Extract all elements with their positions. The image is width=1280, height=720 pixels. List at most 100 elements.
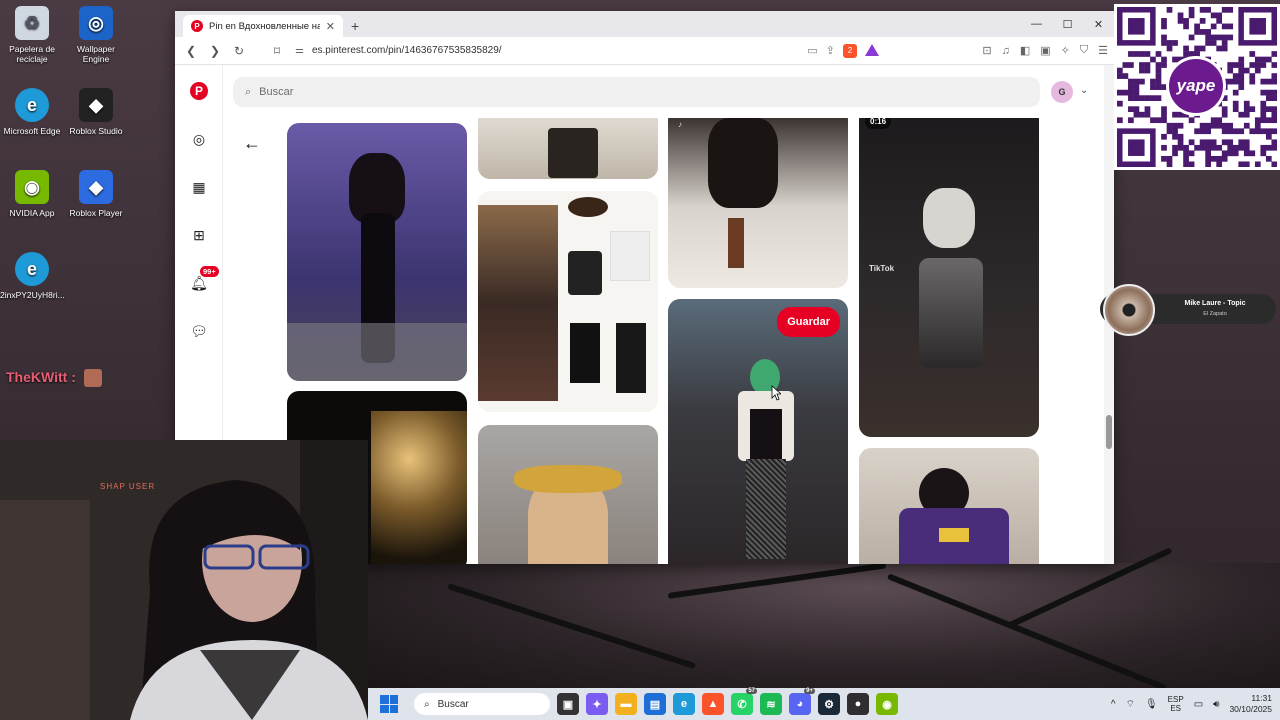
network-icon[interactable]: ⌔ [1126, 698, 1135, 711]
url-text[interactable]: es.pinterest.com/pin/146367675358​35829/ [312, 45, 502, 56]
store-icon[interactable]: ▤ [644, 693, 666, 715]
desktop-icon-roblox-studio[interactable]: ◆ Roblox Studio [64, 88, 128, 136]
tab-close-icon[interactable]: ✕ [326, 20, 335, 33]
back-arrow-button[interactable]: ← [243, 133, 261, 154]
avatar[interactable]: G [1051, 81, 1073, 103]
pin-card[interactable] [478, 118, 658, 179]
bookmark-icon[interactable]: ⌑ [267, 41, 287, 61]
folder-icon[interactable]: ▬ [615, 693, 637, 715]
tray-chevron-up-icon[interactable]: ^ [1111, 699, 1116, 710]
wallpaper-engine-icon: ◎ [79, 6, 113, 40]
taskbar-search-label: Buscar [437, 698, 469, 710]
brave-rewards-icon[interactable] [865, 43, 879, 56]
reload-button[interactable]: ↻ [229, 41, 249, 61]
close-window-button[interactable]: ✕ [1083, 11, 1114, 37]
wallet-icon[interactable]: ▣ [1040, 44, 1050, 57]
pin-card[interactable] [478, 191, 658, 412]
discord-icon[interactable]: ◕ 9+ [789, 688, 815, 715]
new-tab-button[interactable]: + [351, 18, 359, 34]
display-icon[interactable]: ▭ [1194, 699, 1203, 710]
pin-card[interactable]: ♪ [668, 118, 848, 288]
minimize-button[interactable]: — [1021, 11, 1052, 37]
scrollbar-thumb[interactable] [1106, 415, 1112, 449]
explore-compass-icon[interactable]: ◎ [189, 129, 209, 149]
copilot-icon[interactable]: ✦ [586, 693, 608, 715]
vpn-icon[interactable]: ⛉ [1080, 44, 1088, 57]
language-indicator[interactable]: ESP ES [1168, 695, 1184, 713]
pin-card[interactable] [478, 425, 658, 564]
volume-icon[interactable]: 🔊︎ [1213, 699, 1219, 710]
window-controls: — ☐ ✕ [1021, 11, 1114, 37]
screenshot-icon[interactable]: ⊡ [982, 44, 991, 57]
address-bar[interactable]: ⌑ ⚌ es.pinterest.com/pin/146367675358​35… [274, 40, 879, 62]
video-duration-badge: 0:16 [865, 118, 892, 129]
pinterest-search[interactable]: ⌕ [233, 77, 1040, 107]
pin-card[interactable] [859, 448, 1039, 564]
messages-icon[interactable]: 💬︎ [189, 321, 209, 341]
obs-icon[interactable]: ● [847, 693, 869, 715]
tab-strip: P Pin en Вдохновленные наряды ✕ + — ☐ ✕ [175, 11, 1114, 37]
spotify-icon[interactable]: ≋ [760, 693, 782, 715]
tiktok-watermark: TikTok [869, 264, 895, 273]
save-button[interactable]: Guardar [777, 307, 840, 337]
system-tray: ^ ⌔ 🎙︎ ESP ES ▭ 🔊︎ 11:31 30/10/2025 [1111, 693, 1272, 715]
desktop-icon-wallpaper-engine[interactable]: ◎ Wallpaper Engine [64, 6, 128, 64]
search-input[interactable] [259, 86, 960, 98]
notifications-bell-icon[interactable]: 🔔︎ 99+ [189, 266, 219, 293]
pinterest-logo-icon: P [190, 82, 208, 100]
yape-label: yape [1176, 76, 1216, 95]
pinterest-logo-button[interactable]: P [189, 81, 209, 101]
share-icon[interactable]: ⇪ [826, 44, 835, 58]
language-code: ESP [1167, 695, 1184, 704]
pin-card[interactable] [287, 123, 467, 381]
recycle-bin-icon: ♻ [15, 6, 49, 40]
taskbar-app-glyph: ▣ [562, 698, 574, 711]
desktop-icon-edge-shortcut[interactable]: e 2inxPY2UyH8ri... [0, 252, 65, 300]
maximize-button[interactable]: ☐ [1052, 11, 1083, 37]
sidebar-toggle-icon[interactable]: ◧ [1020, 44, 1030, 57]
taskbar-app-glyph: ✆ [737, 698, 747, 711]
brave-shield-icon[interactable]: 2 [843, 43, 857, 58]
chat-emote-icon [83, 369, 102, 388]
pin-card-hovered[interactable]: Guardar [668, 299, 848, 564]
pin-card[interactable]: 0:16 TikTok [859, 118, 1039, 437]
create-plus-icon[interactable]: ⊞ [189, 225, 209, 245]
steam-icon[interactable]: ⚙ [818, 693, 840, 715]
taskbar-app-glyph: ◕ [796, 698, 804, 710]
desktop-icon-label: Roblox Player [69, 208, 123, 218]
boards-icon[interactable]: ▦ [189, 177, 209, 197]
keyboard-layout: ES [1170, 704, 1182, 713]
neon-sign: SHAP USER [100, 482, 156, 491]
cast-icon[interactable]: ▭ [807, 44, 817, 58]
app-badge: 9+ [804, 688, 815, 694]
menu-icon[interactable]: ☰ [1098, 44, 1108, 57]
microphone-icon[interactable]: 🎙︎ [1145, 699, 1158, 710]
desktop-icon-label: Wallpaper Engine [77, 44, 115, 64]
brave-icon[interactable]: ▲ [702, 693, 724, 715]
desktop-wallpaper [368, 547, 1280, 692]
nvidia-icon[interactable]: ◉ [876, 693, 898, 715]
music-icon[interactable]: ♫ [1002, 45, 1010, 57]
taskbar-app-glyph: ⚙ [824, 698, 834, 711]
back-button[interactable]: ❮ [181, 41, 201, 61]
webcam-person [0, 440, 368, 720]
leo-ai-icon[interactable]: ✧ [1061, 44, 1070, 57]
clock[interactable]: 11:31 30/10/2025 [1229, 693, 1272, 715]
desktop-icon-nvidia[interactable]: ◉ NVIDIA App [0, 170, 64, 218]
clock-date: 30/10/2025 [1229, 704, 1272, 714]
desktop-icon-label: Papelera de reciclaje [9, 44, 55, 64]
start-button[interactable] [380, 695, 398, 713]
taskbar-app-glyph: ≋ [766, 698, 776, 711]
desktop-icon-recycle-bin[interactable]: ♻ Papelera de reciclaje [0, 6, 64, 64]
whatsapp-icon[interactable]: ✆ 57 [731, 688, 757, 715]
taskbar-search[interactable]: ⌕ Buscar [414, 693, 550, 715]
file-explorer-dark-icon[interactable]: ▣ [557, 693, 579, 715]
forward-button[interactable]: ❯ [205, 41, 225, 61]
desktop-icon-edge[interactable]: e Microsoft Edge [0, 88, 64, 136]
site-settings-icon[interactable]: ⚌ [295, 45, 304, 56]
desktop-icon-roblox-player[interactable]: ◆ Roblox Player [64, 170, 128, 218]
taskbar: ⌕ Buscar ▣ ✦ ▬ ▤ e ▲ ✆ 57 ≋ ◕ 9+ ⚙ ● ◉ ^ ⌔ 🎙︎ ESP ES … [368, 688, 1280, 720]
chevron-down-icon[interactable]: ⌄ [1080, 85, 1088, 96]
tab-pinterest[interactable]: P Pin en Вдохновленные наряды ✕ [183, 15, 343, 37]
edge-icon[interactable]: e [673, 693, 695, 715]
